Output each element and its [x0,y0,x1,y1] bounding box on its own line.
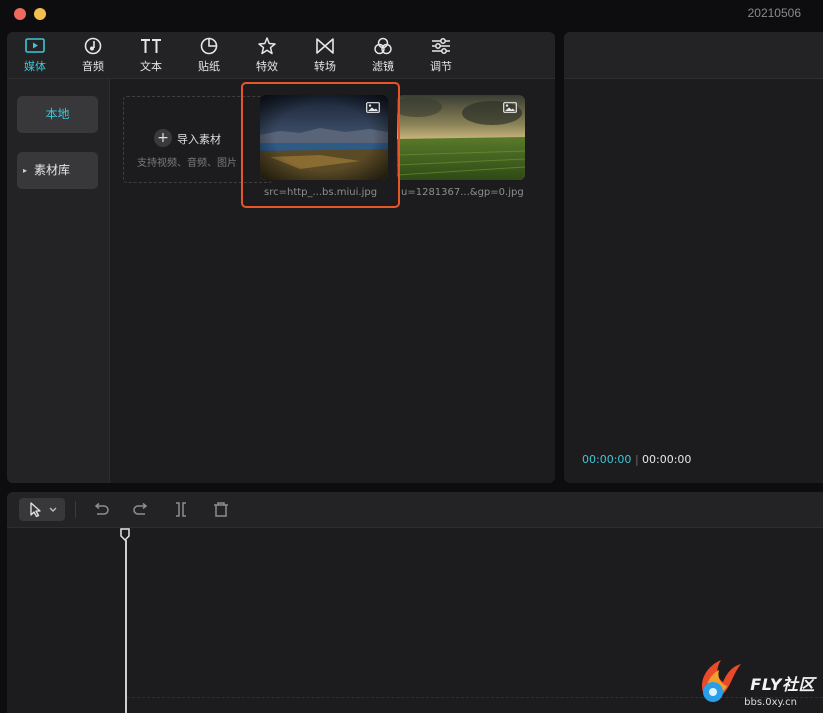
tab-text[interactable]: 文本 [128,37,174,75]
plus-icon: + [154,129,172,147]
timecode-divider: | [635,453,639,466]
import-label: 导入素材 [177,133,221,146]
sticker-icon [200,37,218,55]
media-play-icon [25,38,45,53]
redo-icon [133,502,148,515]
tab-transitions[interactable]: 转场 [302,37,348,75]
media-item-2[interactable] [397,95,525,180]
filter-circles-icon [374,37,392,55]
timeline-toolbar [7,492,823,528]
preview-panel: 00:00:00 | 00:00:00 [564,32,823,483]
current-timecode: 00:00:00 [582,453,632,466]
media-item-2-filename: u=1281367...&gp=0.jpg [401,187,524,198]
audio-note-icon [84,37,102,55]
sidebar-item-library[interactable]: ▸ 素材库 [17,152,98,189]
tab-filters[interactable]: 滤镜 [360,37,406,75]
tab-adjust[interactable]: 调节 [418,37,464,75]
playhead-line[interactable] [125,540,127,713]
tab-effects[interactable]: 特效 [244,37,290,75]
tab-effects-label: 特效 [256,60,278,73]
undo-button[interactable] [90,498,112,521]
image-icon [366,102,380,113]
sidebar-item-local[interactable]: 本地 [17,96,98,133]
import-media-button[interactable]: + 导入素材 支持视频、音频、图片 [123,96,273,183]
preview-header [564,32,823,79]
caret-right-icon: ▸ [23,166,28,175]
tab-text-label: 文本 [140,60,162,73]
tab-media[interactable]: 媒体 [12,37,58,75]
media-item-1-filename: src=http_...bs.miui.jpg [264,187,378,198]
window-close-button[interactable] [14,8,26,20]
tab-adjust-label: 调节 [430,60,452,73]
sidebar-item-local-label: 本地 [45,107,70,121]
effects-star-icon [258,37,276,55]
delete-icon [214,502,228,517]
window-minimize-button[interactable] [34,8,46,20]
tab-audio-label: 音频 [82,60,104,73]
select-pointer-icon [30,502,57,518]
watermark-url: bbs.0xy.cn [744,697,797,708]
import-hint: 支持视频、音频、图片 [137,158,237,169]
tab-sticker-label: 贴纸 [198,60,220,73]
undo-icon [94,502,109,515]
toolbar-divider [75,501,76,518]
redo-button[interactable] [130,498,152,521]
media-panel: 媒体 音频 文本 贴纸 特效 转场 滤镜 调节 本地 ▸ 素材库 + 导入素材 … [7,32,555,483]
media-toolbar: 媒体 音频 文本 贴纸 特效 转场 滤镜 调节 [7,32,555,79]
tab-audio[interactable]: 音频 [70,37,116,75]
window-title: 20210506 [747,6,801,20]
total-timecode: 00:00:00 [642,453,692,466]
watermark-brand: FLY社区 [750,675,815,694]
select-tool-button[interactable] [19,498,65,521]
split-icon [176,502,186,517]
media-sidebar: 本地 ▸ 素材库 [7,79,110,483]
text-tt-icon [141,39,161,53]
transition-bowtie-icon [316,38,334,54]
delete-button[interactable] [210,498,232,521]
fly-logo-watermark [701,660,741,702]
tab-filters-label: 滤镜 [372,60,394,73]
sidebar-item-library-label: 素材库 [34,163,71,177]
tab-transitions-label: 转场 [314,60,336,73]
adjust-sliders-icon [432,38,450,54]
tab-sticker[interactable]: 贴纸 [186,37,232,75]
image-icon [503,102,517,113]
media-item-1[interactable] [260,95,388,180]
tab-media-label: 媒体 [24,60,46,73]
split-button[interactable] [170,498,192,521]
